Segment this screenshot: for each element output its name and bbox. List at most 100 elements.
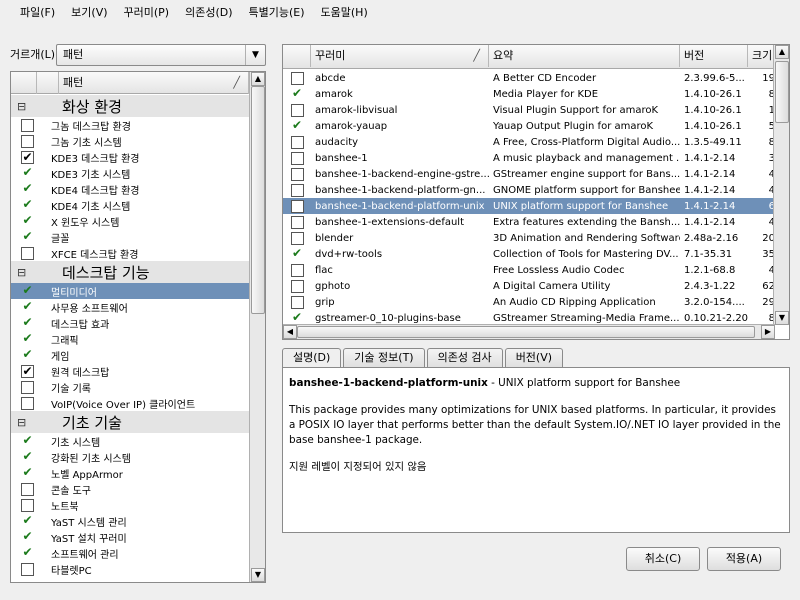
checkbox[interactable] (290, 263, 304, 277)
checkbox-checked[interactable]: ✔ (21, 364, 34, 378)
pattern-item[interactable]: ✔ YaST 시스템 관리 (11, 513, 249, 529)
package-status[interactable] (283, 103, 311, 117)
pattern-item[interactable]: ✔ 소프트웨어 관리 (11, 545, 249, 561)
auto-check-icon[interactable]: ✔ (21, 450, 34, 464)
checkbox[interactable] (21, 498, 34, 512)
pattern-item[interactable]: 타블렛PC (11, 561, 249, 577)
auto-check-icon[interactable]: ✔ (21, 332, 34, 346)
package-status[interactable] (283, 151, 311, 165)
package-row[interactable]: abcde A Better CD Encoder 2.3.99.6-5... 19 (283, 70, 775, 86)
checkbox[interactable] (290, 151, 304, 165)
package-row[interactable]: banshee-1 A music playback and management… (283, 150, 775, 166)
pattern-item[interactable]: 그놈 기초 시스템 (11, 133, 249, 149)
tab-versions[interactable]: 버전(V) (504, 348, 564, 368)
hscrollbar-thumb[interactable] (297, 326, 755, 338)
auto-check-icon[interactable]: ✔ (21, 300, 34, 314)
pattern-item[interactable]: ✔ 원격 데스크탑 (11, 363, 249, 379)
package-status[interactable]: ✔ (283, 311, 311, 325)
apply-button[interactable]: 적용(A) (707, 547, 781, 571)
scrollbar-thumb[interactable] (775, 61, 789, 123)
checkbox[interactable] (290, 215, 304, 229)
pattern-item[interactable]: 기술 기록 (11, 379, 249, 395)
package-status[interactable] (283, 231, 311, 245)
checkbox[interactable] (21, 482, 34, 496)
package-status[interactable] (283, 183, 311, 197)
scroll-up-icon[interactable]: ▲ (775, 45, 789, 59)
pattern-item[interactable]: ✔ KDE3 데스크탑 환경 (11, 149, 249, 165)
checkbox[interactable] (21, 396, 34, 410)
collapse-icon[interactable]: ⊟ (17, 100, 27, 113)
checkbox[interactable] (290, 135, 304, 149)
package-row[interactable]: banshee-1-backend-platform-gn... GNOME pl… (283, 182, 775, 198)
auto-check-icon[interactable]: ✔ (291, 119, 304, 133)
menu-extras[interactable]: 특별기능(E) (241, 0, 313, 26)
tab-technical-info[interactable]: 기술 정보(T) (343, 348, 425, 368)
pattern-item[interactable]: 그놈 데스크탑 환경 (11, 117, 249, 133)
checkbox[interactable] (290, 231, 304, 245)
auto-check-icon[interactable]: ✔ (21, 214, 34, 228)
pattern-item[interactable]: 콘솔 도구 (11, 481, 249, 497)
checkbox[interactable] (21, 562, 34, 576)
package-status[interactable]: ✔ (283, 87, 311, 101)
package-list-hscrollbar[interactable]: ◀ ▶ (283, 324, 775, 339)
package-row[interactable]: gphoto A Digital Camera Utility 2.4.3-1.22… (283, 278, 775, 294)
pattern-item[interactable]: ✔ YaST 설치 꾸러미 (11, 529, 249, 545)
filter-select[interactable]: 패턴 ▼ (56, 44, 266, 66)
package-status[interactable] (283, 279, 311, 293)
menu-help[interactable]: 도움말(H) (313, 0, 376, 26)
auto-check-icon[interactable]: ✔ (21, 348, 34, 362)
tab-dependency-check[interactable]: 의존성 검사 (426, 348, 503, 368)
checkbox[interactable] (21, 246, 34, 260)
checkbox[interactable] (290, 199, 304, 213)
checkbox[interactable] (21, 118, 34, 132)
scrollbar-thumb[interactable] (251, 86, 265, 314)
pattern-item[interactable]: ✔ KDE4 데스크탑 환경 (11, 181, 249, 197)
package-status[interactable] (283, 167, 311, 181)
auto-check-icon[interactable]: ✔ (21, 434, 34, 448)
pattern-item[interactable]: ✔ 게임 (11, 347, 249, 363)
scroll-left-icon[interactable]: ◀ (283, 325, 297, 339)
pattern-item[interactable]: ✔ 사무용 소프트웨어 (11, 299, 249, 315)
menu-file[interactable]: 파일(F) (12, 0, 63, 26)
package-row[interactable]: banshee-1-backend-engine-gstre... GStream… (283, 166, 775, 182)
pattern-item[interactable]: ✔ 데스크탑 효과 (11, 315, 249, 331)
pattern-list-scrollbar[interactable]: ▲ ▼ (249, 72, 265, 582)
package-status[interactable] (283, 263, 311, 277)
auto-check-icon[interactable]: ✔ (21, 514, 34, 528)
package-row[interactable]: banshee-1-backend-platform-unix UNIX plat… (283, 198, 775, 214)
pattern-item[interactable]: ✔ 그래픽 (11, 331, 249, 347)
cancel-button[interactable]: 취소(C) (626, 547, 700, 571)
header-size-col[interactable]: 크기 (748, 45, 775, 67)
auto-check-icon[interactable]: ✔ (291, 247, 304, 261)
header-status-col[interactable] (283, 45, 311, 67)
pattern-item[interactable]: ✔ 글꼴 (11, 229, 249, 245)
package-row[interactable]: blender 3D Animation and Rendering Softwa… (283, 230, 775, 246)
pattern-item[interactable]: 노트북 (11, 497, 249, 513)
checkbox[interactable] (290, 167, 304, 181)
package-list-scrollbar[interactable]: ▲ ▼ (773, 45, 789, 325)
checkbox[interactable] (21, 134, 34, 148)
package-row[interactable]: ✔ dvd+rw-tools Collection of Tools for Mas… (283, 246, 775, 262)
checkbox[interactable] (290, 183, 304, 197)
checkbox[interactable] (290, 295, 304, 309)
package-status[interactable] (283, 71, 311, 85)
pattern-category[interactable]: ⊟ 데스크탑 기능 (11, 261, 249, 283)
pattern-item[interactable]: ✔ 강화된 기초 시스템 (11, 449, 249, 465)
auto-check-icon[interactable]: ✔ (21, 284, 34, 298)
menu-dependencies[interactable]: 의존성(D) (177, 0, 240, 26)
pattern-item[interactable]: ✔ 기초 시스템 (11, 433, 249, 449)
package-row[interactable]: flac Free Lossless Audio Codec 1.2.1-68.8 4 (283, 262, 775, 278)
header-icon-col[interactable] (37, 72, 59, 94)
pattern-item[interactable]: XFCE 데스크탑 환경 (11, 245, 249, 261)
scroll-down-icon[interactable]: ▼ (251, 568, 265, 582)
package-status[interactable]: ✔ (283, 119, 311, 133)
auto-check-icon[interactable]: ✔ (21, 166, 34, 180)
package-status[interactable]: ✔ (283, 247, 311, 261)
pattern-item[interactable]: ✔ KDE4 기초 시스템 (11, 197, 249, 213)
collapse-icon[interactable]: ⊟ (17, 266, 27, 279)
auto-check-icon[interactable]: ✔ (21, 316, 34, 330)
menu-package[interactable]: 꾸러미(P) (116, 0, 178, 26)
checkbox[interactable] (290, 103, 304, 117)
pattern-category[interactable]: ⊟ 화상 환경 (11, 95, 249, 117)
checkbox[interactable] (290, 71, 304, 85)
